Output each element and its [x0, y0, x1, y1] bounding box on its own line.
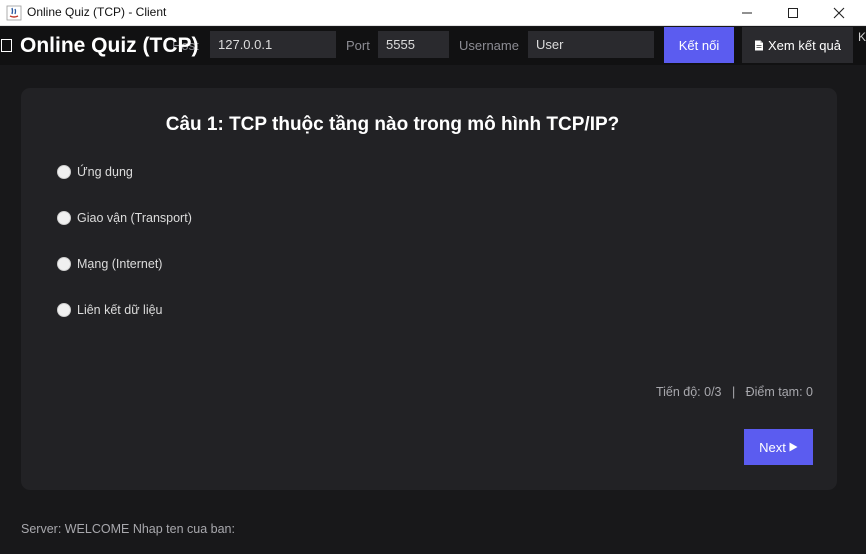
option-4[interactable]: Liên kết dữ liệu [57, 300, 163, 320]
maximize-icon [788, 8, 798, 18]
port-field[interactable]: 5555 [378, 31, 449, 58]
progress-text: Tiến độ: 0/3 [655, 385, 722, 399]
window-title: Online Quiz (TCP) - Client [27, 5, 167, 19]
question-text: Câu 1: TCP thuộc tầng nào trong mô hình … [165, 114, 620, 135]
radio-button[interactable] [57, 165, 71, 179]
play-triangle-icon [789, 442, 798, 452]
view-results-label: Xem kết quả [768, 37, 841, 53]
separator: | [731, 385, 736, 399]
maximize-button[interactable] [770, 0, 816, 26]
app-heading: Online Quiz (TCP) [20, 34, 199, 57]
minimize-button[interactable] [724, 0, 770, 26]
progress-status: Tiến độ: 0/3 | Điểm tạm: 0 [656, 385, 813, 399]
port-label: Port [346, 38, 370, 53]
option-label: Giao vận (Transport) [77, 211, 192, 225]
option-2[interactable]: Giao vận (Transport) [57, 208, 192, 228]
minimize-icon [742, 12, 752, 14]
view-results-button[interactable]: Xem kết quả [742, 27, 853, 63]
username-field[interactable]: User [528, 31, 654, 58]
close-icon [833, 7, 845, 19]
option-3[interactable]: Mạng (Internet) [57, 254, 162, 274]
radio-button[interactable] [57, 303, 71, 317]
close-button[interactable] [816, 0, 862, 26]
username-label: Username [459, 38, 519, 53]
clipped-glyph: K [858, 30, 866, 44]
connect-label: Kết nối [678, 37, 720, 53]
radio-button[interactable] [57, 257, 71, 271]
option-label: Liên kết dữ liệu [77, 303, 163, 317]
score-text: Điểm tạm: 0 [745, 385, 813, 399]
next-button[interactable]: Next [744, 429, 813, 465]
option-1[interactable]: Ứng dụng [57, 162, 133, 182]
radio-button[interactable] [57, 211, 71, 225]
document-icon [755, 40, 763, 50]
next-label: Next [759, 439, 786, 455]
window-title-bar[interactable]: Online Quiz (TCP) - Client [0, 0, 866, 26]
quiz-card: Câu 1: TCP thuộc tầng nào trong mô hình … [21, 88, 837, 490]
app-square-icon [1, 39, 12, 52]
connect-button[interactable]: Kết nối [664, 27, 734, 63]
option-label: Mạng (Internet) [77, 257, 163, 271]
option-label: Ứng dụng [77, 165, 133, 179]
java-app-icon [6, 5, 22, 21]
server-status: Server: WELCOME Nhap ten cua ban: [21, 522, 235, 536]
connection-toolbar: Host Online Quiz (TCP) 127.0.0.1 Port 55… [0, 27, 866, 65]
host-field[interactable]: 127.0.0.1 [210, 31, 336, 58]
